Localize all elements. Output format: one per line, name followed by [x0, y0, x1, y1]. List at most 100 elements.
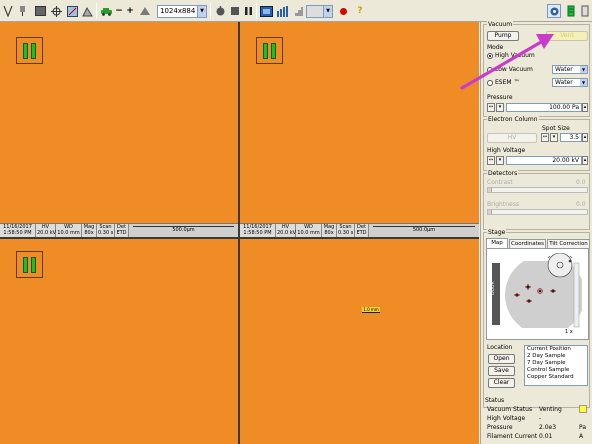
- scan-icon[interactable]: [66, 4, 78, 18]
- beam-icon[interactable]: [2, 4, 13, 18]
- status-label: Vacuum Status: [487, 406, 533, 413]
- hv-arrows-button[interactable]: ↔: [487, 156, 495, 165]
- hv-button[interactable]: HV: [487, 133, 537, 143]
- status-label: Pressure: [487, 424, 513, 431]
- resolution-icon[interactable]: [138, 4, 151, 18]
- low-vacuum-label: Low Vacuum: [495, 66, 533, 73]
- detector-combo[interactable]: ▼: [306, 5, 333, 18]
- stage-map-panel: ETD DOOR 1 x: [486, 248, 589, 340]
- pause-icon[interactable]: [243, 4, 253, 18]
- reduced-area-icon[interactable]: [260, 4, 273, 18]
- location-list[interactable]: Current Position 2 Day Sample 7 Day Samp…: [524, 345, 588, 386]
- status-label: Filament Current: [487, 433, 538, 440]
- status-value: Venting: [539, 406, 562, 413]
- status-indicator: [579, 405, 587, 413]
- esem-gas-combo[interactable]: Water ▼: [552, 78, 588, 87]
- map-zoom-label: 1 x: [565, 329, 573, 335]
- status-row: Vacuum Status Venting: [487, 405, 591, 413]
- scan-resolution-combo[interactable]: 1024x884 ▼: [157, 5, 207, 18]
- databar-hv: 20.0 kV: [37, 230, 57, 236]
- spot-arrows-button[interactable]: ↔: [541, 133, 549, 142]
- xtmui-window: − + 1024x884 ▼ ▼ ? 11/16/2017 1:58:50 PM…: [0, 0, 592, 444]
- save-location-button[interactable]: Save: [488, 366, 515, 376]
- plus-icon[interactable]: +: [126, 4, 134, 18]
- pause-indicator: [256, 37, 283, 64]
- esem-radio[interactable]: [487, 80, 493, 86]
- viewport-3[interactable]: [0, 239, 238, 444]
- status-title: Status: [485, 397, 505, 404]
- beam-on-icon[interactable]: [214, 4, 226, 18]
- high-voltage-field[interactable]: 20.00 kV: [506, 156, 582, 165]
- minus-icon[interactable]: −: [115, 4, 123, 18]
- high-voltage-spin[interactable]: ▴: [582, 156, 588, 165]
- stop-icon[interactable]: [229, 4, 240, 18]
- viewport-2[interactable]: 11/16/2017 1:58:50 PM HV 20.0 kV WD 10.0 mm…: [240, 22, 479, 237]
- gun-icon[interactable]: [16, 4, 28, 18]
- stage-icon[interactable]: [81, 4, 93, 18]
- open-location-button[interactable]: Open: [488, 354, 515, 364]
- low-vacuum-radio[interactable]: [487, 67, 493, 73]
- databar-time: 1:58:50 PM: [3, 230, 32, 236]
- map-door-label: DOOR: [491, 281, 496, 295]
- low-vacuum-gas-combo[interactable]: Water ▼: [552, 65, 588, 74]
- record-icon[interactable]: [338, 4, 348, 18]
- esem-label: ESEM ™: [495, 79, 520, 86]
- hv-dropdown-button[interactable]: ▾: [496, 156, 504, 165]
- car-icon[interactable]: [100, 4, 113, 18]
- stage-map[interactable]: [490, 253, 582, 335]
- crosshair-icon[interactable]: [50, 4, 62, 18]
- tab-coordinates[interactable]: Coordinates: [509, 239, 546, 248]
- green-icon[interactable]: [566, 4, 576, 18]
- high-voltage-label: High Voltage: [487, 147, 526, 154]
- scale-bar: 500.0µm: [369, 224, 479, 237]
- stairs-icon[interactable]: [291, 4, 304, 18]
- contrast-slider[interactable]: [487, 187, 588, 193]
- detectors-title: Detectors: [487, 170, 519, 177]
- databar-wd: 10.0 mm: [57, 230, 80, 236]
- status-value: -: [539, 415, 542, 422]
- clear-location-button[interactable]: Clear: [488, 378, 515, 388]
- chevron-down-icon: ▼: [580, 66, 587, 73]
- vacuum-group: Vacuum Pump Vent Mode High Vacuum Low Va…: [483, 21, 590, 117]
- brightness-value: 0.0: [576, 201, 586, 208]
- databar: 11/16/2017 1:58:50 PM HV 20.0 kV WD 10.0 mm…: [240, 223, 479, 237]
- tab-tilt-correction[interactable]: Tilt Correction: [547, 239, 590, 248]
- brightness-label: Brightness: [487, 201, 519, 208]
- list-item[interactable]: Control Sample: [525, 367, 587, 374]
- mode-label: Mode: [487, 44, 504, 51]
- pressure-spin[interactable]: ▴: [582, 103, 588, 112]
- list-item[interactable]: Copper Standard: [525, 374, 587, 381]
- bell-icon[interactable]: [580, 4, 590, 18]
- list-item[interactable]: 7 Day Sample: [525, 360, 587, 367]
- status-row: High Voltage -: [487, 415, 591, 422]
- location-label: Location: [487, 344, 513, 351]
- vent-button[interactable]: Vent: [546, 31, 588, 41]
- help-icon[interactable]: ?: [355, 4, 365, 18]
- pressure-arrows-button[interactable]: ↔: [487, 103, 495, 112]
- tab-map[interactable]: Map: [486, 238, 508, 248]
- spot-size-field[interactable]: 3.5: [560, 133, 582, 142]
- status-unit: A: [579, 433, 584, 440]
- blank-icon[interactable]: [34, 4, 46, 18]
- chevron-down-icon: ▼: [197, 6, 206, 17]
- status-unit: Pa: [579, 424, 587, 431]
- list-item[interactable]: 2 Day Sample: [525, 353, 587, 360]
- pressure-dropdown-button[interactable]: ▾: [496, 103, 504, 112]
- spot-size-spin[interactable]: ▴: [582, 133, 588, 142]
- control-panel: Vacuum Pump Vent Mode High Vacuum Low Va…: [480, 21, 592, 444]
- bars-icon[interactable]: [276, 4, 289, 18]
- contrast-value: 0.0: [576, 179, 586, 186]
- spot-dropdown-button[interactable]: ▾: [550, 133, 558, 142]
- viewport-4[interactable]: 1.0 mm: [240, 239, 479, 444]
- databar-mag: 80x: [84, 230, 94, 236]
- brightness-slider[interactable]: [487, 209, 588, 215]
- pump-button[interactable]: Pump: [487, 31, 519, 41]
- camera-icon[interactable]: [547, 4, 561, 18]
- databar-scan: 0.30 s: [98, 230, 114, 236]
- list-item[interactable]: Current Position: [525, 346, 587, 353]
- pause-indicator: [16, 37, 43, 64]
- high-vacuum-radio[interactable]: [487, 53, 493, 59]
- status-label: High Voltage: [487, 415, 526, 422]
- viewport-1[interactable]: 11/16/2017 1:58:50 PM HV 20.0 kV WD 10.0 mm…: [0, 22, 238, 237]
- pressure-field[interactable]: 100.00 Pa: [506, 103, 582, 112]
